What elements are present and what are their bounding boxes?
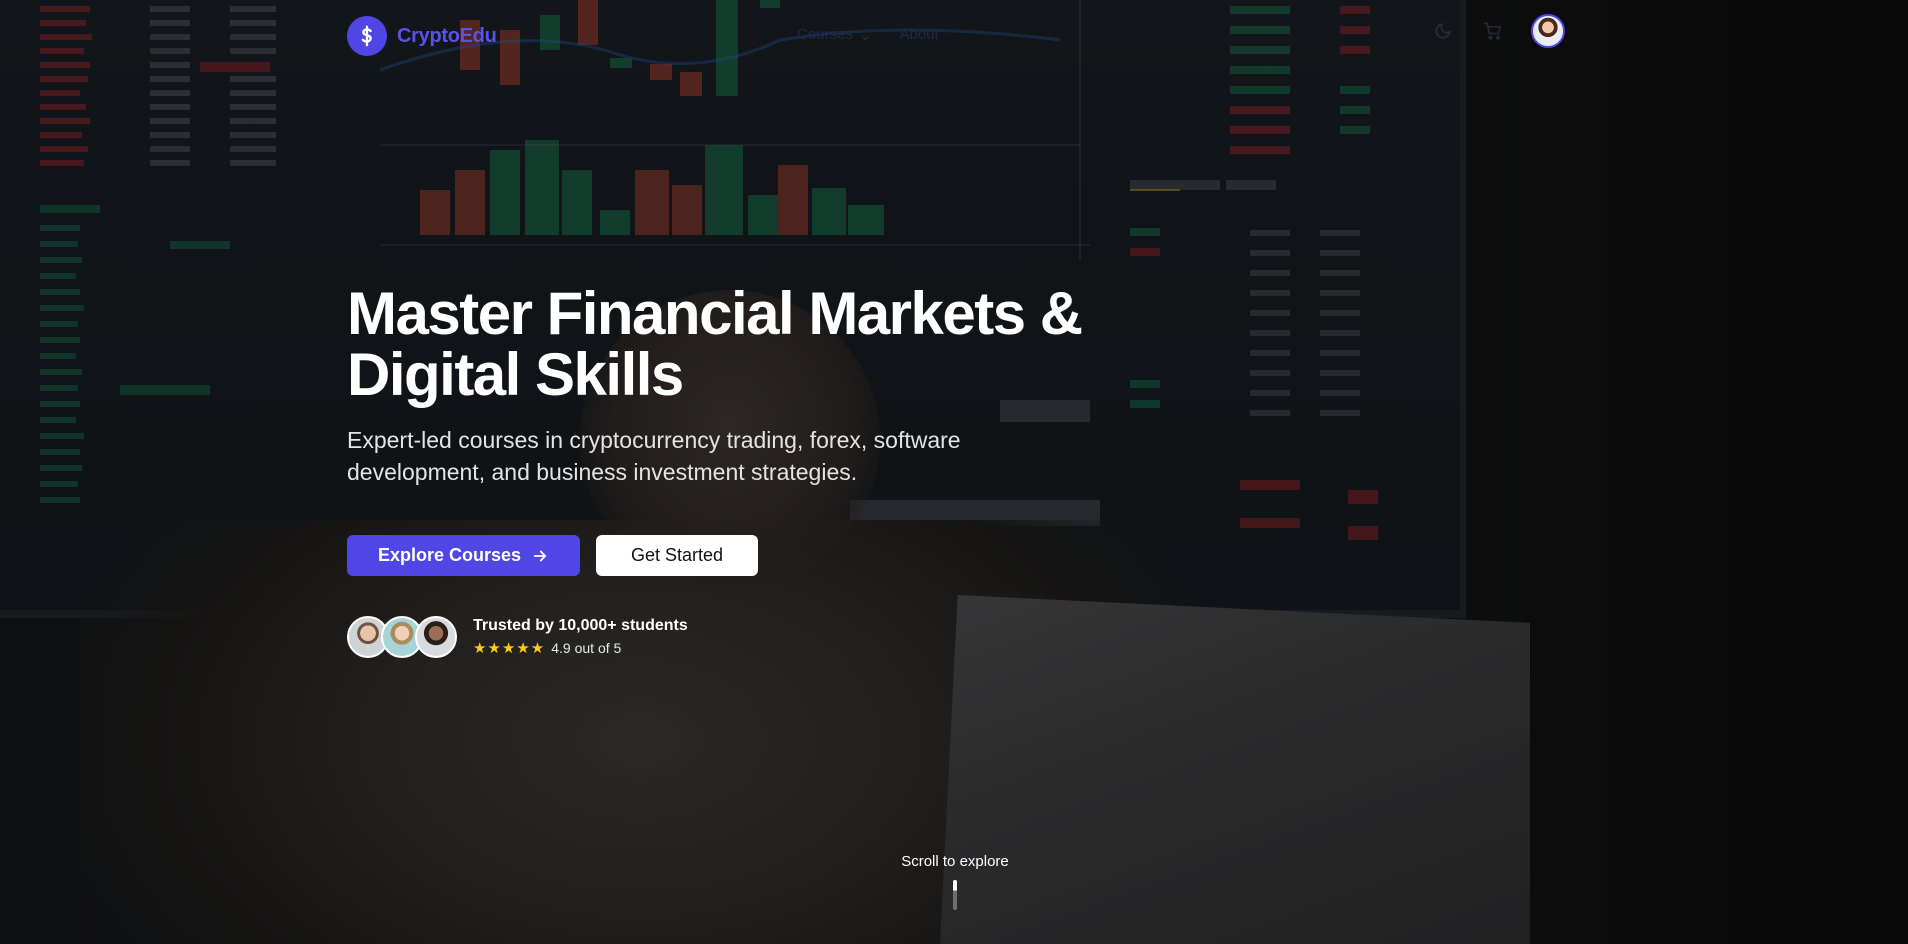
scroll-hint-text: Scroll to explore (901, 853, 1009, 870)
hero-title: Master Financial Markets & Digital Skill… (347, 283, 1167, 405)
arrow-right-icon (533, 550, 547, 561)
brand-name: CryptoEdu (397, 24, 497, 47)
dollar-s-icon (347, 16, 387, 56)
hero-section: Master Financial Markets & Digital Skill… (347, 283, 1167, 658)
hero-cta-group: Explore Courses Get Started (347, 535, 758, 576)
rating-text: 4.9 out of 5 (551, 640, 622, 656)
moon-icon[interactable] (1431, 19, 1455, 43)
nav-item-about[interactable]: About (899, 26, 938, 44)
social-proof: Trusted by 10,000+ students ★★★★★ 4.9 ou… (347, 616, 688, 658)
rating-row: ★★★★★ 4.9 out of 5 (473, 639, 688, 657)
hero-title-line2: Digital Skills (347, 341, 684, 408)
trusted-by-text: Trusted by 10,000+ students (473, 617, 688, 634)
chevron-down-icon: ⌄ (858, 27, 872, 44)
cart-icon[interactable] (1481, 19, 1505, 43)
hero-subtitle: Expert-led courses in cryptocurrency tra… (347, 427, 961, 485)
brand-logo[interactable]: CryptoEdu (347, 16, 497, 56)
main-nav: Courses ⌄ About (797, 26, 939, 44)
explore-courses-label: Explore Courses (377, 545, 522, 565)
scroll-bar-icon (953, 880, 957, 910)
hero-title-line1: Master Financial Markets & (347, 280, 1083, 347)
get-started-button[interactable]: Get Started (596, 535, 758, 576)
header-actions (1431, 14, 1565, 48)
nav-item-courses[interactable]: Courses (797, 26, 853, 44)
user-avatar[interactable] (1531, 14, 1565, 48)
explore-courses-button[interactable]: Explore Courses (347, 535, 580, 576)
social-proof-text: Trusted by 10,000+ students ★★★★★ 4.9 ou… (473, 617, 688, 657)
student-avatars (347, 616, 457, 658)
scroll-indicator[interactable]: Scroll to explore (855, 853, 1055, 910)
star-rating-icons: ★★★★★ (473, 640, 546, 657)
site-header: CryptoEdu Courses ⌄ About (347, 14, 1565, 58)
student-avatar (415, 616, 457, 658)
